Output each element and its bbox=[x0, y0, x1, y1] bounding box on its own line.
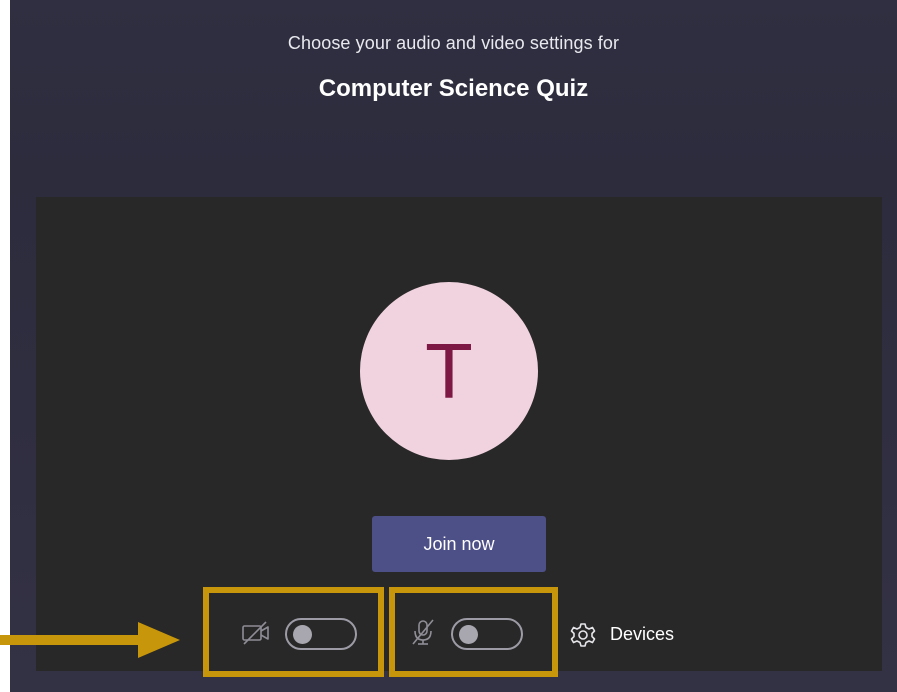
settings-subtitle: Choose your audio and video settings for bbox=[287, 33, 620, 53]
stage: Choose your audio and video settings for… bbox=[0, 0, 897, 692]
avatar-initial: T bbox=[425, 327, 473, 415]
gear-icon[interactable] bbox=[567, 620, 599, 650]
devices-button[interactable]: Devices bbox=[610, 624, 674, 645]
pointer-arrow bbox=[0, 622, 180, 658]
mic-highlight-box bbox=[389, 587, 558, 677]
join-now-button[interactable]: Join now bbox=[372, 516, 546, 572]
camera-highlight-box bbox=[203, 587, 384, 677]
avatar: T bbox=[360, 282, 538, 460]
meeting-title: Computer Science Quiz bbox=[318, 75, 589, 102]
